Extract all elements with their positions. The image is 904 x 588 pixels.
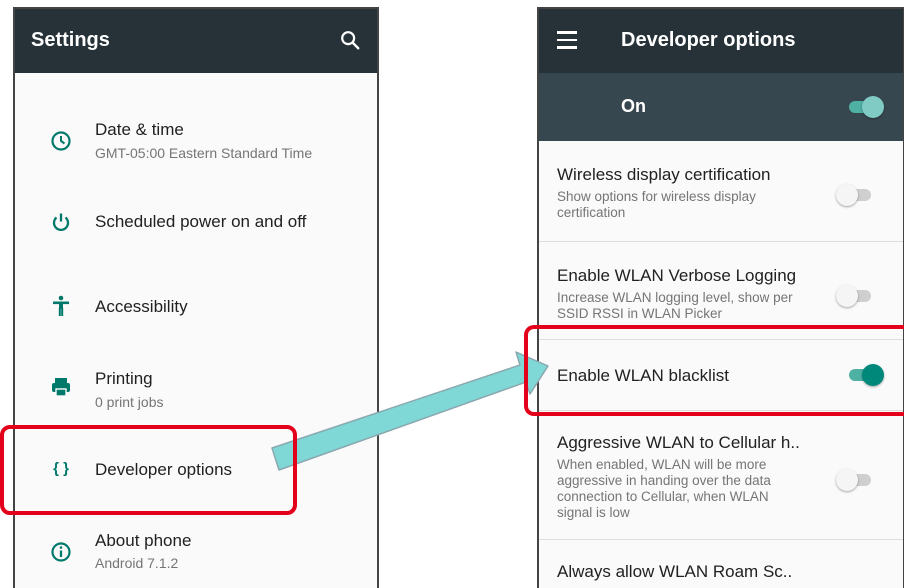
highlight-developer-options xyxy=(0,425,297,515)
highlight-wlan-blacklist xyxy=(524,325,904,416)
